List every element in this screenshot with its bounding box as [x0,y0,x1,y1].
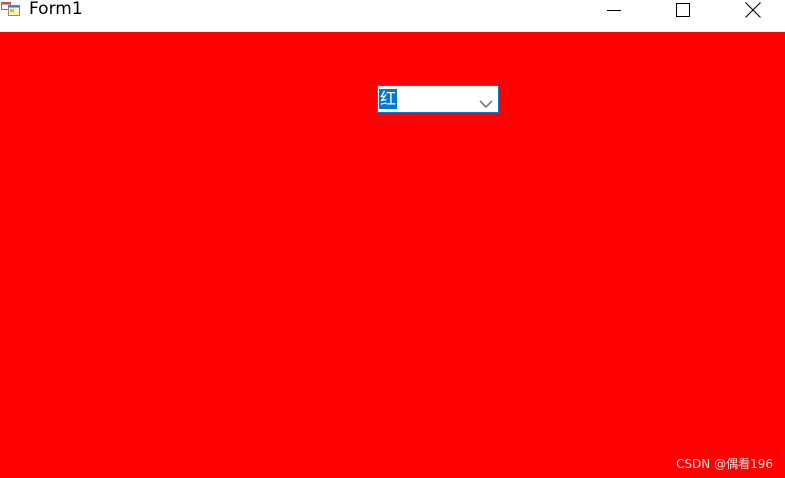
maximize-button[interactable] [660,0,706,20]
combobox-selected-value: 红 [379,89,398,109]
combobox-dropdown-button[interactable] [478,94,494,109]
form1-window: Form1 红 CSDN @偶看196 [0,0,785,478]
color-combobox[interactable]: 红 [377,85,499,113]
window-title: Form1 [29,0,83,19]
close-icon [745,2,761,18]
title-bar[interactable]: Form1 [0,0,785,32]
csdn-watermark: CSDN @偶看196 [676,457,773,471]
app-icon-graphic [1,2,20,16]
form-client-area: 红 CSDN @偶看196 [0,32,785,478]
minimize-button[interactable] [591,0,637,20]
chevron-down-icon [479,100,493,109]
maximize-icon [676,3,690,17]
close-button[interactable] [730,0,776,20]
minimize-icon [607,10,621,11]
app-icon[interactable] [1,1,21,17]
